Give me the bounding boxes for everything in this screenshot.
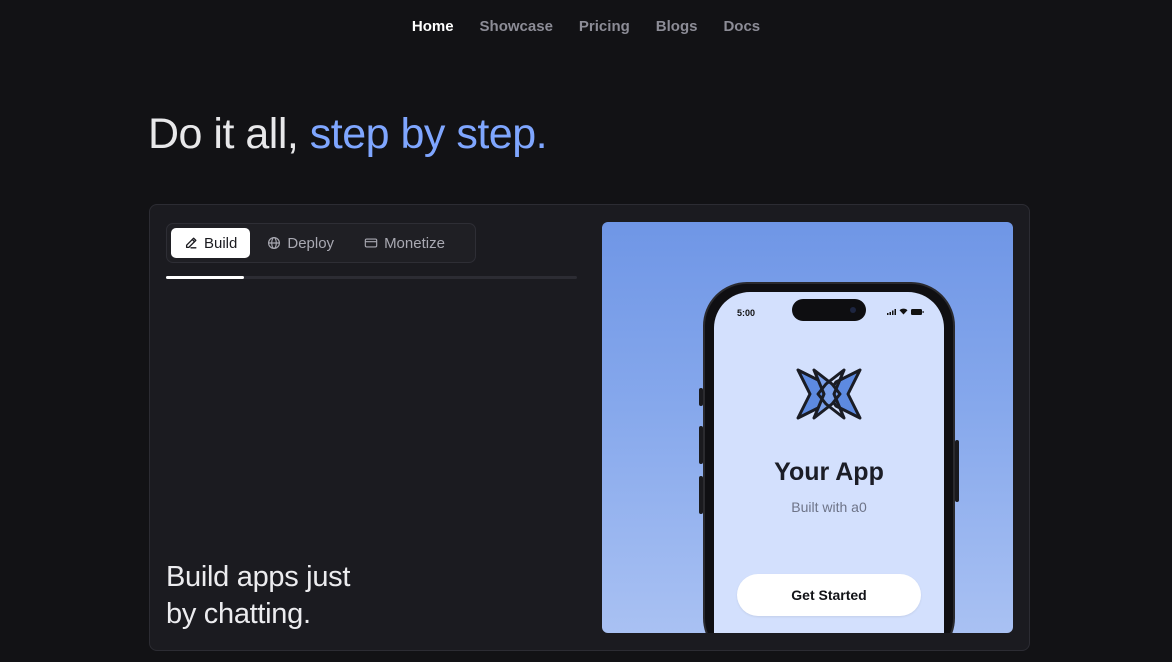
nav-blogs-link[interactable]: Blogs bbox=[656, 18, 698, 35]
pencil-icon bbox=[184, 236, 198, 250]
tab-deploy-label: Deploy bbox=[287, 234, 335, 252]
app-preview-panel: 5:00 Your App Built with a0 Get Started bbox=[602, 222, 1013, 633]
nav-showcase-link[interactable]: Showcase bbox=[480, 18, 553, 35]
hero-heading-plain: Do it all, bbox=[148, 110, 310, 158]
app-subtitle: Built with a0 bbox=[791, 499, 867, 515]
wifi-icon bbox=[899, 308, 908, 315]
camera-icon bbox=[850, 307, 856, 313]
tab-monetize-label: Monetize bbox=[384, 234, 445, 252]
phone-volume-down-button bbox=[699, 476, 703, 514]
feature-caption-line1: Build apps just bbox=[166, 561, 351, 593]
step-progress-track bbox=[166, 276, 577, 279]
phone-screen: 5:00 Your App Built with a0 Get Started bbox=[714, 292, 944, 633]
phone-mockup: 5:00 Your App Built with a0 Get Started bbox=[699, 282, 959, 633]
feature-caption: Build apps just by chatting. bbox=[166, 559, 426, 633]
tab-monetize[interactable]: Monetize bbox=[351, 228, 458, 258]
credit-card-icon bbox=[364, 236, 378, 250]
step-progress-fill bbox=[166, 276, 244, 279]
phone-power-button bbox=[955, 440, 959, 502]
battery-icon bbox=[911, 308, 924, 315]
hero-heading-accent: step by step. bbox=[309, 110, 548, 158]
status-time: 5:00 bbox=[737, 308, 756, 318]
feature-card: Build Deploy Monetize Build apps just by… bbox=[149, 204, 1030, 651]
nav-pricing-link[interactable]: Pricing bbox=[579, 18, 630, 35]
globe-icon bbox=[267, 236, 281, 250]
status-icons bbox=[887, 308, 924, 315]
phone-side-button bbox=[699, 388, 703, 406]
app-title: Your App bbox=[774, 458, 884, 486]
hero-heading: Do it all, step by step. bbox=[148, 110, 548, 159]
phone-volume-up-button bbox=[699, 426, 703, 464]
nav-docs-link[interactable]: Docs bbox=[723, 18, 760, 35]
tab-deploy[interactable]: Deploy bbox=[254, 228, 347, 258]
nav-home-link[interactable]: Home bbox=[412, 18, 454, 35]
feature-caption-line2: by chatting. bbox=[166, 598, 311, 630]
get-started-button[interactable]: Get Started bbox=[737, 574, 921, 616]
dynamic-island bbox=[792, 299, 866, 321]
tab-build-label: Build bbox=[204, 234, 238, 252]
top-nav: Home Showcase Pricing Blogs Docs bbox=[0, 18, 1172, 35]
a0-logo-icon bbox=[794, 366, 864, 422]
feature-tabs: Build Deploy Monetize bbox=[166, 223, 476, 263]
signal-icon bbox=[887, 308, 896, 315]
tab-build[interactable]: Build bbox=[171, 228, 251, 258]
